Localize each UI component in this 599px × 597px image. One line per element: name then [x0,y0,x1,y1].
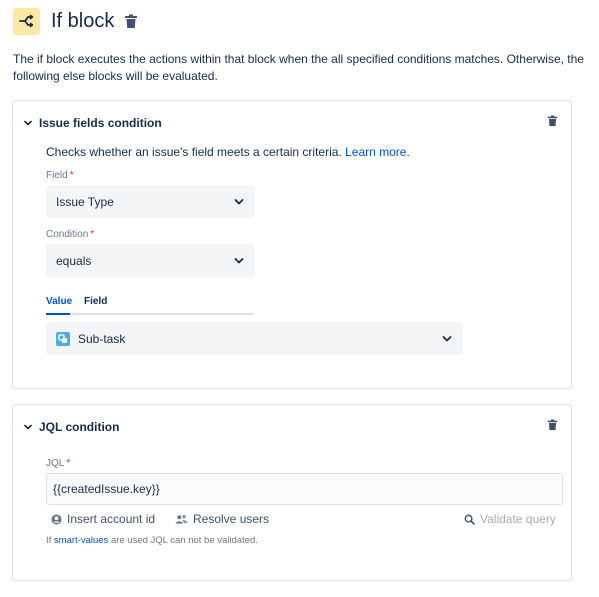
condition-label-text: Condition [46,229,89,240]
jql-condition-toggle[interactable]: JQL condition [23,420,119,434]
trash-icon [547,115,558,127]
jql-input-value: {{createdIssue.key}} [53,482,160,496]
validate-query-label: Validate query [480,512,556,526]
block-description: The if block executes the actions within… [13,52,584,83]
chevron-down-icon [233,255,245,267]
value-select[interactable]: Sub-task [46,322,463,355]
jql-condition-card: JQL condition JQL * {{createdIssue.key}} … [12,404,572,581]
required-marker: * [69,170,74,181]
active-tab-indicator [46,313,70,315]
smart-values-link[interactable]: smart-values [54,535,108,546]
issue-fields-condition-toggle[interactable]: Issue fields condition [23,116,162,130]
insert-account-id-label: Insert account id [67,512,156,526]
field-label-text: Field [46,170,68,181]
required-marker: * [66,458,71,469]
chevron-down-icon [441,333,453,345]
jql-label: JQL * [46,458,70,469]
chevron-down-icon [23,118,33,128]
trash-icon [125,14,138,28]
search-icon [464,514,475,525]
jql-label-text: JQL [46,458,65,469]
block-header: If block [13,6,138,36]
user-icon [51,513,62,525]
trash-icon [547,419,558,431]
resolve-users-label: Resolve users [193,512,270,526]
subtask-icon [56,331,70,346]
delete-condition-button[interactable] [547,418,558,436]
field-select-value: Issue Type [56,194,114,209]
tab-field[interactable]: Field [84,296,107,307]
smart-values-footnote: If smart-values are used JQL can not be … [46,535,258,546]
card-title: JQL condition [39,420,120,434]
condition-select[interactable]: equals [46,244,255,277]
value-select-value: Sub-task [78,331,126,346]
footnote-suffix: are used JQL can not be validated. [110,535,258,546]
condition-helptext: Checks whether an issue's field meets a … [46,145,410,159]
condition-select-value: equals [56,253,92,268]
insert-account-id-button[interactable]: Insert account id [51,512,155,526]
helptext-text: Checks whether an issue's field meets a … [46,145,342,159]
page-title: If block [51,9,115,32]
issue-fields-condition-card: Issue fields condition Checks whether an… [12,100,572,389]
condition-label: Condition * [46,229,94,240]
validate-query-button[interactable]: Validate query [464,512,556,526]
field-select[interactable]: Issue Type [46,185,255,218]
resolve-users-button[interactable]: Resolve users [175,512,269,526]
chevron-down-icon [233,196,245,208]
tab-value[interactable]: Value [46,296,72,307]
delete-block-button[interactable] [124,14,138,29]
field-label: Field * [46,170,74,181]
footnote-prefix: If [46,535,52,546]
delete-condition-button[interactable] [547,114,558,132]
learn-more-link[interactable]: Learn more. [345,145,410,159]
users-icon [175,514,188,524]
card-title: Issue fields condition [39,116,162,130]
chevron-down-icon [23,422,33,432]
value-field-tabs: Value Field [46,296,254,315]
jql-input[interactable]: {{createdIssue.key}} [46,473,563,505]
branch-icon [13,7,40,35]
required-marker: * [90,229,95,240]
